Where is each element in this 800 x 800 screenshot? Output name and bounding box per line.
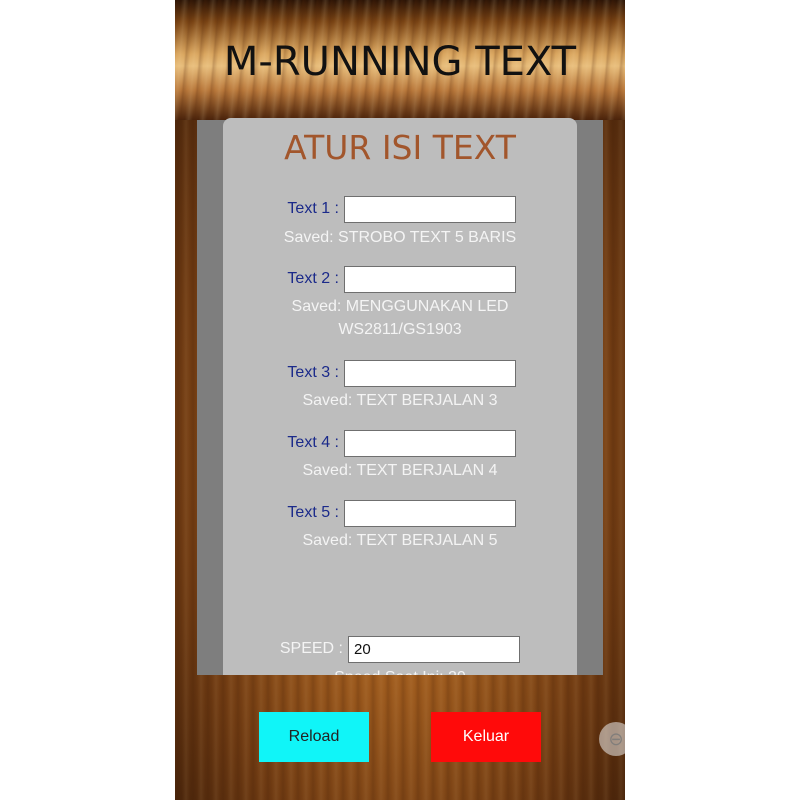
text-5-saved: Saved: TEXT BERJALAN 5	[302, 532, 498, 549]
footer-bar: Reload Keluar	[175, 675, 625, 800]
speed-input[interactable]	[348, 636, 520, 663]
text-3-input[interactable]	[344, 360, 516, 387]
app-header: M-RUNNING TEXT	[175, 0, 625, 120]
text-4-saved: Saved: TEXT BERJALAN 4	[302, 462, 498, 479]
speed-label: SPEED :	[279, 640, 343, 657]
text-1-saved: Saved: STROBO TEXT 5 BARIS	[283, 229, 517, 246]
text-2-label: Text 2 :	[287, 270, 339, 287]
minimize-circle-icon[interactable]: ⊖	[599, 722, 625, 756]
text-5-input[interactable]	[344, 500, 516, 527]
text-2-input[interactable]	[344, 266, 516, 293]
text-3-saved: Saved: TEXT BERJALAN 3	[302, 392, 498, 409]
section-title: ATUR ISI TEXT	[284, 128, 516, 167]
text-4-label: Text 4 :	[287, 434, 339, 451]
text-settings-panel: ATUR ISI TEXT Text 1 : Saved: STROBO TEX…	[223, 118, 577, 675]
text-5-label: Text 5 :	[287, 504, 339, 521]
app-title: M-RUNNING TEXT	[223, 39, 577, 85]
text-3-label: Text 3 :	[287, 364, 339, 381]
exit-button[interactable]: Keluar	[431, 712, 541, 762]
speed-current: Speed Saat Ini: 20	[263, 666, 537, 675]
app-screen: M-RUNNING TEXT ATUR ISI TEXT Text 1 : Sa…	[175, 0, 625, 800]
text-4-input[interactable]	[344, 430, 516, 457]
text-2-saved: Saved: MENGGUNAKAN LED WS2811/GS1903	[291, 298, 509, 338]
text-1-label: Text 1 :	[287, 200, 339, 217]
reload-button[interactable]: Reload	[259, 712, 369, 762]
text-1-input[interactable]	[344, 196, 516, 223]
